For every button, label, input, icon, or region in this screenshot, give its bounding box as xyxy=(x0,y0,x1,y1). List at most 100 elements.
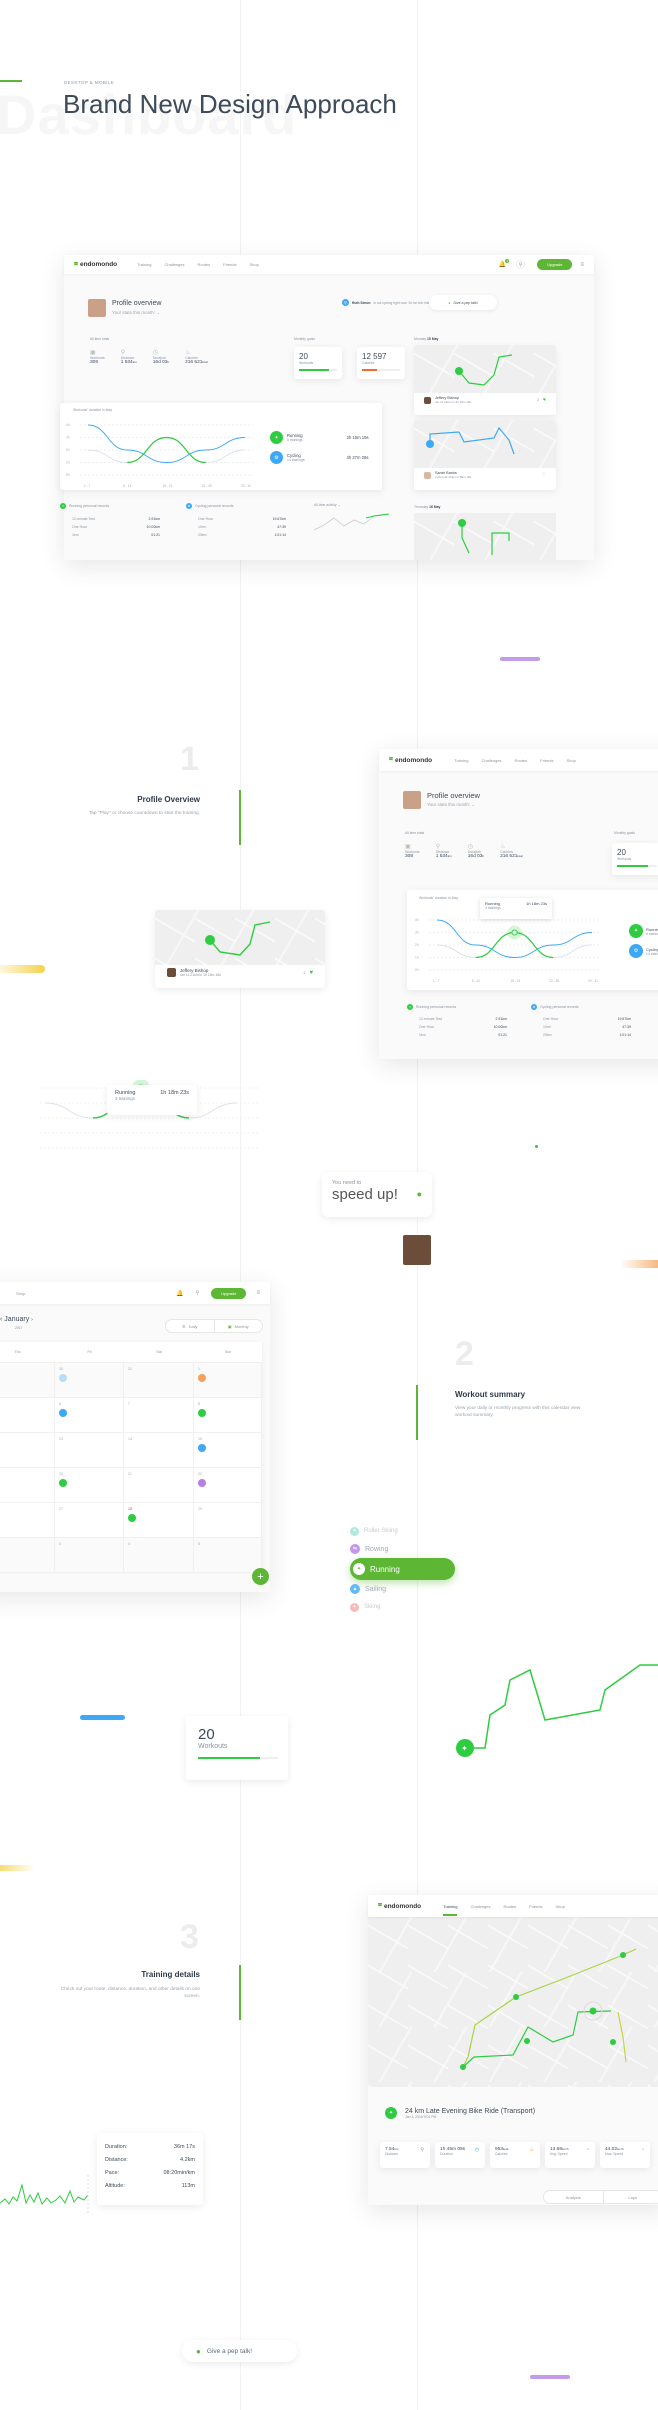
pep-talk-button[interactable]: ● Give a pep talk! xyxy=(182,2340,297,2362)
calendar-day[interactable]: 22 xyxy=(194,1468,262,1503)
calendar-day[interactable]: 3 xyxy=(55,1538,124,1573)
nav-routes[interactable]: Routes xyxy=(197,262,210,267)
all-time-activity[interactable]: All-time activity ⌄ xyxy=(313,503,390,540)
logo[interactable]: ⩸ endomondo xyxy=(389,756,432,764)
hover-point xyxy=(511,929,518,936)
goal-workouts[interactable]: 20 Workouts xyxy=(612,843,658,875)
daily-tab[interactable]: ☰ Daily xyxy=(166,1320,214,1332)
calendar-day[interactable]: 15 xyxy=(194,1433,262,1468)
tab-laps[interactable]: Laps xyxy=(602,2191,658,2203)
nav-training[interactable]: Training xyxy=(137,262,151,267)
heart-outline-icon: ♡ xyxy=(541,472,546,478)
calendar-day[interactable] xyxy=(0,1468,55,1503)
sport-item[interactable]: ▲ Sailing xyxy=(350,1580,460,1598)
calendar-day[interactable]: 5 xyxy=(194,1538,262,1573)
sport-item[interactable]: ✦ Skiing xyxy=(350,1598,460,1616)
nav-challenges[interactable]: Challenges xyxy=(164,262,184,267)
flame-icon: ♨ xyxy=(500,844,506,850)
nav-training-active[interactable]: Training xyxy=(443,1904,458,1916)
feed-card[interactable]: Sarah Banks cycled 21.41km in 59m 18s ♡ xyxy=(414,420,556,490)
notification-badge: 3 xyxy=(505,259,510,263)
calendar-day[interactable]: 27 xyxy=(55,1503,124,1538)
x-tick-label: 29 - 31 xyxy=(588,979,598,983)
calendar-day[interactable] xyxy=(0,1538,55,1573)
upgrade-button[interactable]: Upgrade xyxy=(537,259,573,270)
tab-analysis[interactable]: Analysis xyxy=(544,2191,603,2203)
day-number: 3 xyxy=(59,1542,61,1546)
speedometer-icon: ◔ xyxy=(585,2147,589,2153)
stat-workouts: ▣ Workouts 308 xyxy=(90,350,105,365)
feed-card-floating[interactable]: Jeffery Bishop ran 11.21km in 1h 18m 18s 2… xyxy=(155,910,325,988)
nav-shop[interactable]: Shop xyxy=(567,758,576,763)
nav-routes[interactable]: Routes xyxy=(514,758,527,763)
avatar xyxy=(424,471,431,479)
calendar-day[interactable]: 1 xyxy=(194,1363,262,1398)
nav-challenges[interactable]: Challenges xyxy=(470,1904,490,1909)
add-workout-button[interactable]: + xyxy=(252,1568,269,1585)
x-tick-label: 15 - 21 xyxy=(163,484,173,488)
stat-duration: ◷ Duration 16d 03h xyxy=(152,350,170,365)
upgrade-button[interactable]: Upgrade xyxy=(211,1287,247,1299)
sport-item-selected[interactable]: ✦ Running xyxy=(350,1558,455,1580)
sport-item[interactable]: ⇆ Rowing xyxy=(350,1540,460,1558)
training-map[interactable] xyxy=(368,1917,658,2087)
period-dropdown[interactable]: Your stats this month: ⌄ xyxy=(112,310,160,316)
calendar-day[interactable]: 8 xyxy=(194,1398,262,1433)
calendar-day[interactable] xyxy=(0,1503,55,1538)
calendar-day[interactable]: 7 xyxy=(124,1398,194,1433)
calendar-day[interactable]: 6 xyxy=(55,1398,124,1433)
flame-icon: ♨ xyxy=(185,350,191,356)
pep-talk-button[interactable]: ● Give a pep talk! xyxy=(429,295,497,310)
calendar-day[interactable]: 31 xyxy=(124,1363,194,1398)
calendar-day[interactable]: 4 xyxy=(124,1538,194,1573)
chevron-right-icon: › xyxy=(31,1317,33,1323)
route-map xyxy=(155,910,325,965)
y-tick-label: 1h xyxy=(415,956,419,960)
calendar-day[interactable] xyxy=(0,1433,55,1468)
search-icon[interactable]: ⚲ xyxy=(516,260,526,269)
sailing-icon: ▲ xyxy=(350,1584,360,1594)
calendar-day[interactable]: 20 xyxy=(55,1468,124,1503)
menu-icon[interactable]: ≡ xyxy=(256,1290,260,1296)
bell-icon[interactable]: 🔔 xyxy=(176,1290,183,1297)
nav-friends[interactable]: Friends xyxy=(223,262,236,267)
flame-icon: ♨ xyxy=(529,2147,534,2153)
menu-icon[interactable]: ≡ xyxy=(580,262,584,268)
goal-calories[interactable]: 12 597 Calories xyxy=(357,347,405,379)
feed-card[interactable]: Jeffery Bishop ran 11.21km in 1h 18m 18s 2… xyxy=(414,345,556,415)
all-time-stats: ▣ Workouts 308 ⚲ Distance 1 534km ◷ Duration 1… xyxy=(90,349,208,365)
nav-shop[interactable]: Shop xyxy=(16,1291,25,1296)
nav-challenges[interactable]: Challenges xyxy=(481,758,501,763)
chevron-left-icon: ‹ xyxy=(0,1316,3,1323)
calendar-day[interactable]: 13 xyxy=(55,1433,124,1468)
x-tick-label: 8 - 14 xyxy=(472,979,480,983)
calendar-day[interactable] xyxy=(0,1363,55,1398)
nav-friends[interactable]: Friends xyxy=(540,758,553,763)
logo[interactable]: ⩸ endomondo xyxy=(378,1902,421,1910)
calendar-day[interactable]: 14 xyxy=(124,1433,194,1468)
goal-workouts[interactable]: 20 Workouts xyxy=(294,347,342,379)
calendar-day[interactable]: 28 xyxy=(124,1503,194,1538)
bell-icon[interactable]: 🔔 3 xyxy=(499,259,510,268)
nav-routes[interactable]: Routes xyxy=(503,1904,516,1909)
workout-icon xyxy=(59,1409,67,1417)
nav-friends[interactable]: Friends xyxy=(529,1904,542,1909)
nav-shop[interactable]: Shop xyxy=(556,1904,565,1909)
calendar-day[interactable]: 29 xyxy=(194,1503,262,1538)
logo[interactable]: ⩸ endomondo xyxy=(74,261,117,269)
sport-item[interactable]: ✦ Roller Skiing xyxy=(350,1522,460,1540)
search-icon[interactable]: ⚲ xyxy=(195,1290,199,1296)
avatar xyxy=(403,791,421,809)
monthly-tab[interactable]: ▣ Monthly xyxy=(213,1320,263,1332)
month-selector[interactable]: ‹ January › xyxy=(0,1316,33,1323)
nav-shop[interactable]: Shop xyxy=(250,262,259,267)
goal-progress xyxy=(362,369,378,371)
calendar-day[interactable] xyxy=(0,1398,55,1433)
calendar-day[interactable]: 30 xyxy=(55,1363,124,1398)
calendar-day[interactable]: 21 xyxy=(124,1468,194,1503)
period-dropdown[interactable]: Your stats this month: ⌄ xyxy=(427,802,475,808)
running-icon: ✦ xyxy=(385,2107,397,2119)
route-map xyxy=(414,420,556,468)
nav-training[interactable]: Training xyxy=(454,758,468,763)
running-icon: ✦ xyxy=(270,431,283,444)
